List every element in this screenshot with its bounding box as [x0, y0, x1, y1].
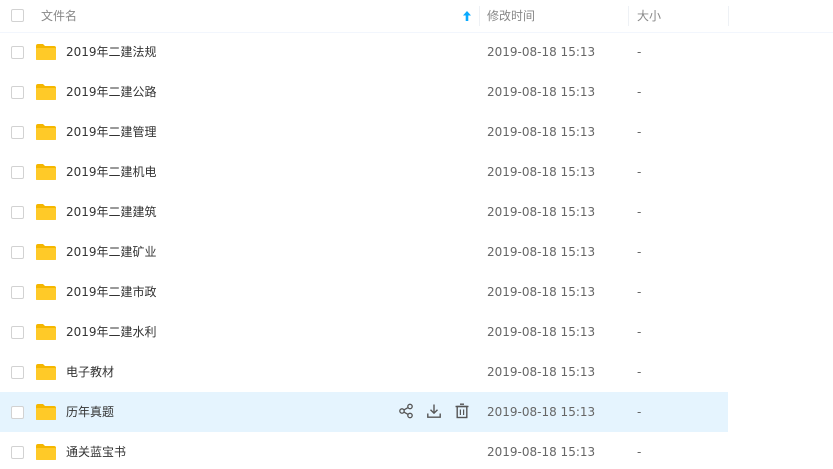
file-name-link[interactable]: 2019年二建矿业: [66, 232, 157, 272]
file-row[interactable]: 2019年二建管理 2019-08-18 15:13 -: [0, 112, 833, 152]
file-size: -: [637, 365, 642, 379]
file-modified-time: 2019-08-18 15:13: [487, 85, 596, 99]
row-checkbox[interactable]: [11, 286, 24, 299]
column-divider[interactable]: [628, 6, 629, 26]
file-row[interactable]: 2019年二建矿业 2019-08-18 15:13 -: [0, 232, 833, 272]
folder-icon: [36, 44, 56, 60]
file-size: -: [637, 45, 642, 59]
folder-icon: [36, 444, 56, 460]
file-name-link[interactable]: 通关蓝宝书: [66, 432, 126, 469]
folder-icon: [36, 124, 56, 140]
file-row[interactable]: 2019年二建建筑 2019-08-18 15:13 -: [0, 192, 833, 232]
file-name-link[interactable]: 电子教材: [66, 352, 114, 392]
file-size: -: [637, 245, 642, 259]
folder-icon: [36, 364, 56, 380]
row-checkbox[interactable]: [11, 86, 24, 99]
file-modified-time: 2019-08-18 15:13: [487, 405, 596, 419]
row-checkbox[interactable]: [11, 326, 24, 339]
file-modified-time: 2019-08-18 15:13: [487, 205, 596, 219]
file-row[interactable]: 2019年二建水利 2019-08-18 15:13 -: [0, 312, 833, 352]
sort-ascending-icon[interactable]: [462, 10, 472, 22]
column-divider[interactable]: [479, 6, 480, 26]
folder-icon: [36, 324, 56, 340]
row-checkbox[interactable]: [11, 206, 24, 219]
file-row[interactable]: 历年真题 2019-08-18 15:13 -: [0, 392, 728, 432]
file-name-link[interactable]: 2019年二建机电: [66, 152, 157, 192]
file-modified-time: 2019-08-18 15:13: [487, 165, 596, 179]
file-modified-time: 2019-08-18 15:13: [487, 365, 596, 379]
file-modified-time: 2019-08-18 15:13: [487, 245, 596, 259]
file-rows: 2019年二建法规 2019-08-18 15:13 - 2019年二建公路 2…: [0, 32, 833, 469]
file-name-link[interactable]: 2019年二建水利: [66, 312, 157, 352]
file-size: -: [637, 165, 642, 179]
row-checkbox[interactable]: [11, 246, 24, 259]
column-divider[interactable]: [728, 6, 729, 26]
download-icon[interactable]: [426, 403, 442, 419]
row-checkbox[interactable]: [11, 406, 24, 419]
file-name-link[interactable]: 2019年二建法规: [66, 32, 157, 72]
column-header-name[interactable]: 文件名: [41, 0, 77, 32]
file-list-header: 文件名 修改时间 大小: [0, 0, 833, 33]
file-modified-time: 2019-08-18 15:13: [487, 125, 596, 139]
row-checkbox[interactable]: [11, 446, 24, 459]
file-row[interactable]: 2019年二建法规 2019-08-18 15:13 -: [0, 32, 833, 72]
folder-icon: [36, 284, 56, 300]
folder-icon: [36, 244, 56, 260]
row-checkbox[interactable]: [11, 166, 24, 179]
file-modified-time: 2019-08-18 15:13: [487, 325, 596, 339]
file-name-link[interactable]: 历年真题: [66, 392, 114, 432]
file-modified-time: 2019-08-18 15:13: [487, 45, 596, 59]
row-checkbox[interactable]: [11, 126, 24, 139]
folder-icon: [36, 204, 56, 220]
folder-icon: [36, 404, 56, 420]
row-actions: [398, 403, 470, 421]
file-row[interactable]: 2019年二建公路 2019-08-18 15:13 -: [0, 72, 833, 112]
folder-icon: [36, 84, 56, 100]
file-size: -: [637, 285, 642, 299]
file-name-link[interactable]: 2019年二建市政: [66, 272, 157, 312]
file-row[interactable]: 2019年二建市政 2019-08-18 15:13 -: [0, 272, 833, 312]
column-header-size[interactable]: 大小: [637, 0, 661, 32]
folder-icon: [36, 164, 56, 180]
file-row[interactable]: 通关蓝宝书 2019-08-18 15:13 -: [0, 432, 833, 469]
file-modified-time: 2019-08-18 15:13: [487, 445, 596, 459]
file-size: -: [637, 205, 642, 219]
column-header-modified[interactable]: 修改时间: [487, 0, 535, 32]
row-checkbox[interactable]: [11, 366, 24, 379]
share-icon[interactable]: [398, 403, 414, 419]
file-row[interactable]: 2019年二建机电 2019-08-18 15:13 -: [0, 152, 833, 192]
row-checkbox[interactable]: [11, 46, 24, 59]
file-row[interactable]: 电子教材 2019-08-18 15:13 -: [0, 352, 833, 392]
file-name-link[interactable]: 2019年二建管理: [66, 112, 157, 152]
file-size: -: [637, 325, 642, 339]
file-size: -: [637, 85, 642, 99]
delete-icon[interactable]: [454, 403, 470, 419]
file-list: 文件名 修改时间 大小 2019年二建法规 2019-08-18 15:13 -: [0, 0, 833, 469]
file-size: -: [637, 405, 642, 419]
file-size: -: [637, 445, 642, 459]
file-modified-time: 2019-08-18 15:13: [487, 285, 596, 299]
file-size: -: [637, 125, 642, 139]
select-all-checkbox[interactable]: [11, 9, 24, 22]
file-name-link[interactable]: 2019年二建建筑: [66, 192, 157, 232]
file-name-link[interactable]: 2019年二建公路: [66, 72, 157, 112]
